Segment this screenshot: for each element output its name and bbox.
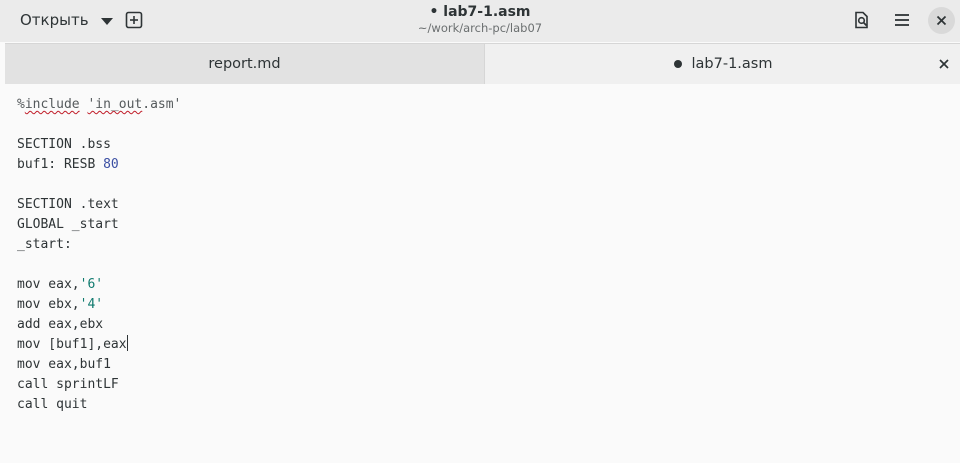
modified-dot-icon xyxy=(673,60,682,68)
code-token: mov ebx, xyxy=(17,297,80,312)
window-close-button[interactable] xyxy=(928,7,955,34)
window-title-area: • lab7-1.asm ~/work/arch-pc/lab07 xyxy=(330,4,630,36)
code-line[interactable]: SECTION .bss xyxy=(17,135,181,155)
chevron-down-icon xyxy=(100,17,113,25)
code-token: % xyxy=(17,97,25,112)
code-token: mov [buf1],eax xyxy=(17,337,127,352)
code-content[interactable]: %include 'in_out.asm' SECTION .bss buf1: R… xyxy=(17,95,181,415)
open-button-label: Открыть xyxy=(20,11,89,29)
header-bar: Открыть • lab7-1.asm ~/work/arch-pc/lab0… xyxy=(0,0,960,42)
code-token: SECTION .text xyxy=(17,197,119,212)
code-line[interactable]: GLOBAL _start xyxy=(17,215,181,235)
code-line[interactable]: buf1: RESB 80 xyxy=(17,155,181,175)
tab-label: report.md xyxy=(208,56,281,72)
tab-close-button[interactable] xyxy=(935,55,953,73)
code-token: call sprintLF xyxy=(17,377,119,392)
code-line[interactable]: add eax,ebx xyxy=(17,315,181,335)
code-line[interactable]: _start: xyxy=(17,235,181,255)
code-line[interactable]: mov ebx,'4' xyxy=(17,295,181,315)
code-token: SECTION .bss xyxy=(17,137,111,152)
code-token: add eax,ebx xyxy=(17,317,104,332)
find-button[interactable] xyxy=(846,5,878,35)
code-token: buf1: RESB xyxy=(17,157,104,172)
code-token: .asm' xyxy=(142,97,182,112)
tab-label: lab7-1.asm xyxy=(691,56,773,72)
text-cursor xyxy=(126,335,128,351)
code-line[interactable] xyxy=(17,115,181,135)
close-icon xyxy=(936,15,947,26)
code-token: _start: xyxy=(17,237,72,252)
code-token: '6' xyxy=(79,277,104,292)
code-line[interactable]: mov [buf1],eax xyxy=(17,335,181,355)
code-token: 'in_out xyxy=(87,97,143,112)
code-line[interactable] xyxy=(17,175,181,195)
code-line[interactable]: SECTION .text xyxy=(17,195,181,215)
open-button[interactable]: Открыть xyxy=(10,5,123,35)
code-token: call quit xyxy=(17,397,88,412)
code-line[interactable]: %include 'in_out.asm' xyxy=(17,95,181,115)
window-title: • lab7-1.asm xyxy=(429,4,531,20)
tab-report-md[interactable]: report.md xyxy=(5,44,484,84)
code-token: 80 xyxy=(103,157,119,172)
main-menu-button[interactable] xyxy=(886,5,918,35)
tab-lab7-1-asm[interactable]: lab7-1.asm xyxy=(484,44,960,84)
close-icon xyxy=(939,59,949,69)
hamburger-menu-icon xyxy=(895,14,909,26)
document-search-icon xyxy=(855,11,868,29)
code-token: mov eax,buf1 xyxy=(17,357,111,372)
text-editor[interactable]: %include 'in_out.asm' SECTION .bss buf1: R… xyxy=(5,84,960,463)
code-token: include xyxy=(24,97,80,112)
new-tab-icon xyxy=(125,11,143,29)
code-token: '4' xyxy=(79,297,104,312)
tab-bar: report.md lab7-1.asm xyxy=(5,43,960,85)
code-token: GLOBAL _start xyxy=(17,217,119,232)
code-line[interactable] xyxy=(17,255,181,275)
code-token: mov eax, xyxy=(17,277,80,292)
code-line[interactable]: call sprintLF xyxy=(17,375,181,395)
code-line[interactable]: call quit xyxy=(17,395,181,415)
code-line[interactable]: mov eax,buf1 xyxy=(17,355,181,375)
new-tab-button[interactable] xyxy=(118,5,150,35)
window-subtitle: ~/work/arch-pc/lab07 xyxy=(417,21,543,35)
code-line[interactable]: mov eax,'6' xyxy=(17,275,181,295)
